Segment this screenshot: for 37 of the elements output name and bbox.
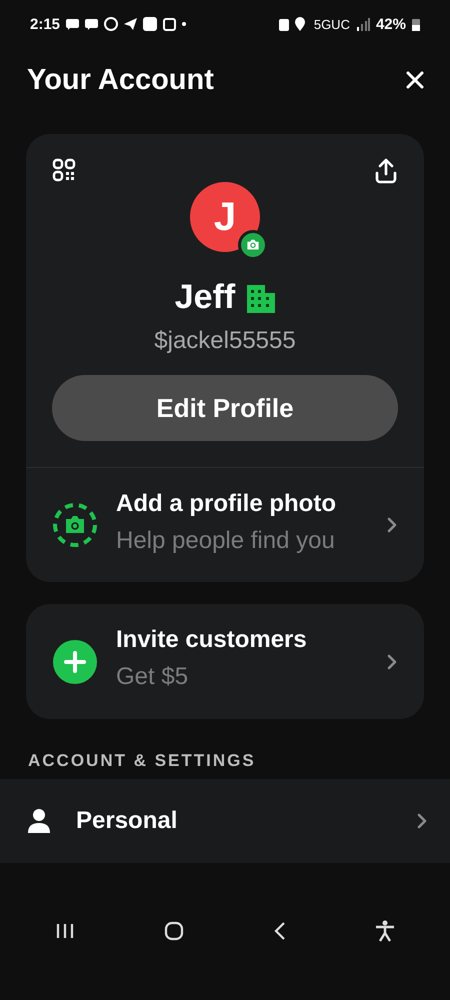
chevron-right-icon	[386, 516, 398, 534]
battery-label: 42%	[376, 16, 406, 32]
share-button[interactable]	[374, 158, 398, 186]
back-button[interactable]	[274, 921, 286, 942]
prompt-title: Invite customers	[116, 626, 308, 654]
person-icon	[28, 808, 50, 833]
profile-handle: $jackel55555	[153, 327, 297, 355]
prompt-row[interactable]: Invite customers Get $5	[26, 604, 424, 719]
message-icon	[85, 18, 98, 30]
signal-icon	[356, 17, 370, 31]
page-title: Your Account	[27, 64, 214, 96]
settings-row[interactable]: Personal	[0, 778, 450, 863]
accessibility-button[interactable]	[375, 920, 396, 942]
prompt-subtitle: Help people find you	[116, 526, 336, 556]
settings-label: Personal	[76, 806, 178, 835]
avatar[interactable]: J	[190, 182, 260, 252]
battery-icon	[412, 17, 420, 31]
close-button[interactable]	[406, 71, 424, 89]
prompt-row[interactable]: Add a profile photo Help people find you	[26, 468, 424, 582]
paper-plane-icon	[124, 18, 138, 30]
home-button[interactable]	[164, 921, 184, 942]
camera-icon	[52, 502, 98, 548]
camera-icon	[246, 239, 260, 251]
chevron-right-icon	[416, 812, 428, 830]
chevron-right-icon	[386, 652, 398, 671]
prompt-title: Add a profile photo	[116, 490, 337, 518]
building-icon	[247, 282, 276, 312]
recent-apps-button[interactable]	[54, 922, 75, 940]
plus-icon	[52, 638, 98, 685]
section-header: ACCOUNT & SETTINGS	[27, 750, 257, 772]
network-label: 5GUC	[314, 16, 350, 32]
prompt-subtitle: Get $5	[116, 662, 190, 692]
status-time: 2:15	[30, 16, 60, 32]
edit-profile-button[interactable]: Edit Profile	[52, 375, 398, 441]
dot-icon	[182, 22, 186, 26]
chat-icon	[66, 18, 80, 30]
profile-name: Jeff	[174, 278, 236, 317]
